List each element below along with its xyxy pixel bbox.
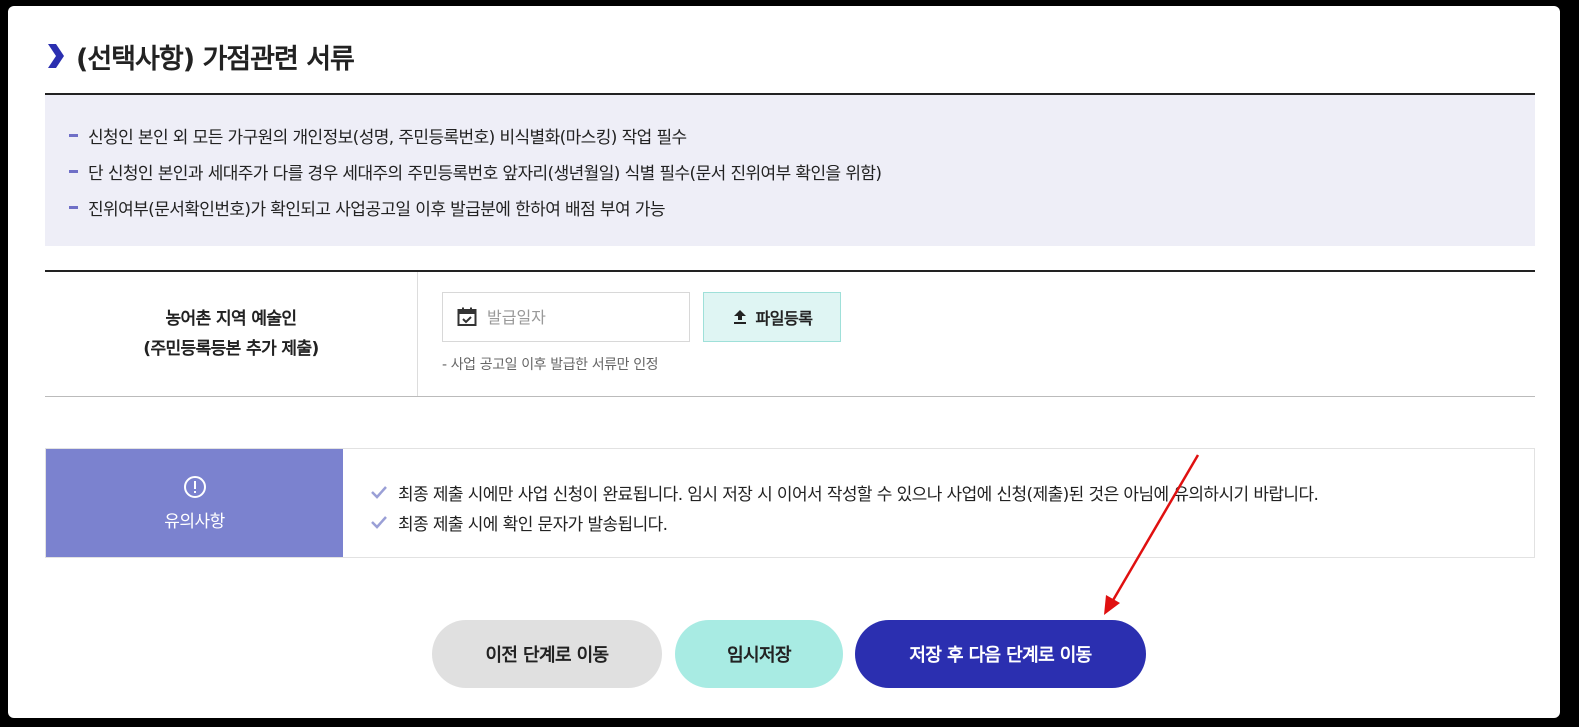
section-title: (선택사항) 가점관련 서류 (76, 43, 355, 75)
file-upload-label: 파일등록 (755, 309, 813, 328)
notice-text: 진위여부(문서확인번호)가 확인되고 사업공고일 이후 발급분에 한하여 배점 … (88, 199, 666, 220)
exclamation-circle-icon (183, 475, 206, 498)
notice-box: 신청인 본인 외 모든 가구원의 개인정보(성명, 주민등록번호) 비식별화(마… (45, 93, 1535, 246)
notice-text: 신청인 본인 외 모든 가구원의 개인정보(성명, 주민등록번호) 비식별화(마… (88, 127, 687, 148)
caution-list: 최종 제출 시에만 사업 신청이 완료됩니다. 임시 저장 시 이어서 작성할 … (370, 477, 1319, 537)
issue-date-input[interactable] (485, 306, 669, 328)
upload-hint: - 사업 공고일 이후 발급한 서류만 인정 (442, 357, 659, 373)
prev-step-button[interactable]: 이전 단계로 이동 (432, 620, 662, 688)
notice-item: 단 신청인 본인과 세대주가 다를 경우 세대주의 주민등록번호 앞자리(생년월… (45, 153, 1535, 189)
upload-icon (733, 310, 746, 324)
save-next-button[interactable]: 저장 후 다음 단계로 이동 (855, 620, 1146, 688)
calendar-icon (457, 307, 477, 326)
caution-text: 최종 제출 시에 확인 문자가 발송됩니다. (398, 514, 668, 535)
check-icon (371, 516, 387, 529)
check-icon (371, 486, 387, 499)
dash-bullet-icon (69, 169, 78, 173)
chevron-right-icon (48, 44, 64, 68)
caution-item: 최종 제출 시에 확인 문자가 발송됩니다. (370, 507, 1318, 537)
caution-text: 최종 제출 시에만 사업 신청이 완료됩니다. 임시 저장 시 이어서 작성할 … (398, 484, 1319, 505)
caution-header: 유의사항 (46, 449, 343, 557)
notice-item: 진위여부(문서확인번호)가 확인되고 사업공고일 이후 발급분에 한하여 배점 … (45, 189, 1535, 225)
form-row-label: 농어촌 지역 예술인 (주민등록등본 추가 제출) (45, 272, 418, 396)
notice-text: 단 신청인 본인과 세대주가 다를 경우 세대주의 주민등록번호 앞자리(생년월… (88, 163, 882, 184)
section-header: (선택사항) 가점관련 서류 (46, 36, 355, 76)
dash-bullet-icon (69, 133, 78, 137)
form-label-line1: 농어촌 지역 예술인 (165, 309, 298, 329)
caution-item: 최종 제출 시에만 사업 신청이 완료됩니다. 임시 저장 시 이어서 작성할 … (370, 477, 1319, 507)
caution-box: 유의사항 최종 제출 시에만 사업 신청이 완료됩니다. 임시 저장 시 이어서… (45, 448, 1535, 558)
document-form-table: 농어촌 지역 예술인 (주민등록등본 추가 제출) 파일등록 - 사업 공고일 … (45, 270, 1535, 397)
temp-save-button[interactable]: 임시저장 (675, 620, 843, 688)
caution-title: 유의사항 (164, 511, 225, 532)
form-label-line2: (주민등록등본 추가 제출) (143, 339, 319, 359)
dash-bullet-icon (69, 205, 78, 209)
page-frame: (선택사항) 가점관련 서류 신청인 본인 외 모든 가구원의 개인정보(성명,… (8, 6, 1560, 718)
notice-item: 신청인 본인 외 모든 가구원의 개인정보(성명, 주민등록번호) 비식별화(마… (45, 117, 1535, 153)
issue-date-field[interactable] (442, 292, 690, 342)
file-upload-button[interactable]: 파일등록 (703, 292, 841, 342)
